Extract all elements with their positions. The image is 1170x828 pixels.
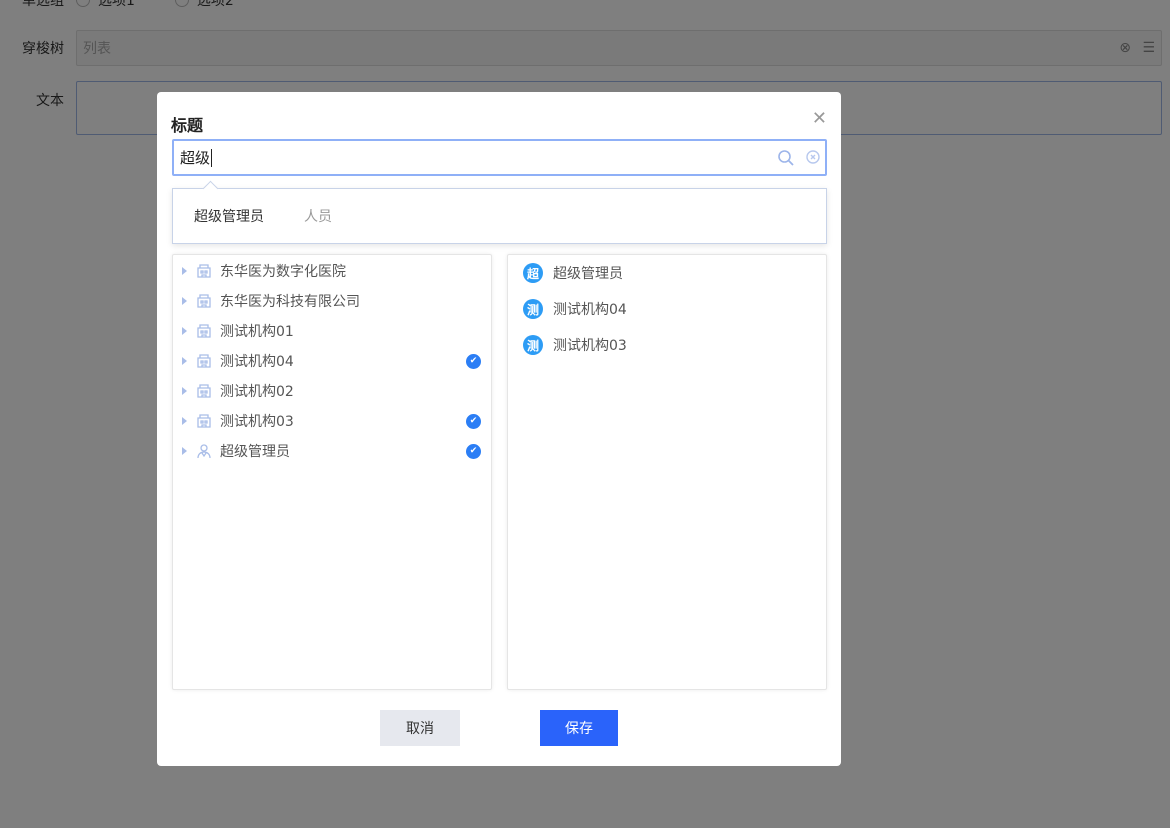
suggestion-name[interactable]: 超级管理员: [194, 206, 264, 226]
tree-node-label: 东华医为数字化医院: [220, 264, 346, 280]
user-icon: [196, 443, 212, 459]
selected-item-label: 超级管理员: [553, 266, 623, 282]
cancel-button[interactable]: 取消: [380, 710, 460, 746]
tree-node[interactable]: 测试机构01: [173, 316, 491, 346]
tree-node-label: 测试机构04: [220, 354, 294, 370]
clear-icon[interactable]: [805, 149, 821, 165]
tree-node[interactable]: 测试机构03 ✔: [173, 406, 491, 436]
modal-dialog: 标题 ✕ 超级 超级管理员 人员 东华医为数字化医院 东华医为科技有限公司 测试机构…: [157, 92, 841, 766]
tree-node-label: 超级管理员: [220, 444, 290, 460]
tree-node-label: 测试机构02: [220, 384, 294, 400]
tree-node[interactable]: 测试机构04 ✔: [173, 346, 491, 376]
search-icon[interactable]: [777, 149, 795, 167]
avatar: 测: [523, 335, 543, 355]
tree-node-label: 东华医为科技有限公司: [220, 294, 360, 310]
search-value: 超级: [180, 149, 211, 167]
search-suggestion-dropdown: 超级管理员 人员: [172, 188, 827, 244]
building-icon: [196, 323, 212, 339]
close-icon[interactable]: ✕: [812, 108, 827, 129]
tree-node-label: 测试机构03: [220, 414, 294, 430]
building-icon: [196, 353, 212, 369]
modal-title: 标题: [171, 116, 204, 135]
tree-node[interactable]: 测试机构02: [173, 376, 491, 406]
building-icon: [196, 413, 212, 429]
tree-node[interactable]: 东华医为数字化医院: [173, 256, 491, 286]
expand-arrow-icon[interactable]: [182, 267, 187, 275]
tree-node[interactable]: 东华医为科技有限公司: [173, 286, 491, 316]
building-icon: [196, 293, 212, 309]
expand-arrow-icon[interactable]: [182, 327, 187, 335]
selected-item[interactable]: 测测试机构04: [508, 291, 826, 327]
expand-arrow-icon[interactable]: [182, 447, 187, 455]
suggestion-type: 人员: [304, 209, 332, 225]
search-input[interactable]: 超级: [172, 139, 827, 176]
tree-node[interactable]: 超级管理员 ✔: [173, 436, 491, 466]
selected-item-label: 测试机构03: [553, 338, 627, 354]
expand-arrow-icon[interactable]: [182, 297, 187, 305]
avatar: 测: [523, 299, 543, 319]
expand-arrow-icon[interactable]: [182, 357, 187, 365]
selected-item[interactable]: 测测试机构03: [508, 327, 826, 363]
tree-panel: 东华医为数字化医院 东华医为科技有限公司 测试机构01 测试机构04 ✔ 测试机构02 测试…: [172, 254, 492, 690]
checked-icon[interactable]: ✔: [466, 413, 481, 429]
building-icon: [196, 263, 212, 279]
building-icon: [196, 383, 212, 399]
avatar: 超: [523, 263, 543, 283]
expand-arrow-icon[interactable]: [182, 387, 187, 395]
selected-panel: 超超级管理员测测试机构04 测测试机构03: [507, 254, 827, 690]
tree-node-label: 测试机构01: [220, 324, 294, 340]
selected-item-label: 测试机构04: [553, 302, 627, 318]
save-button[interactable]: 保存: [540, 710, 618, 746]
expand-arrow-icon[interactable]: [182, 417, 187, 425]
checked-icon[interactable]: ✔: [466, 443, 481, 459]
checked-icon[interactable]: ✔: [466, 353, 481, 369]
selected-item[interactable]: 超超级管理员: [508, 255, 826, 291]
